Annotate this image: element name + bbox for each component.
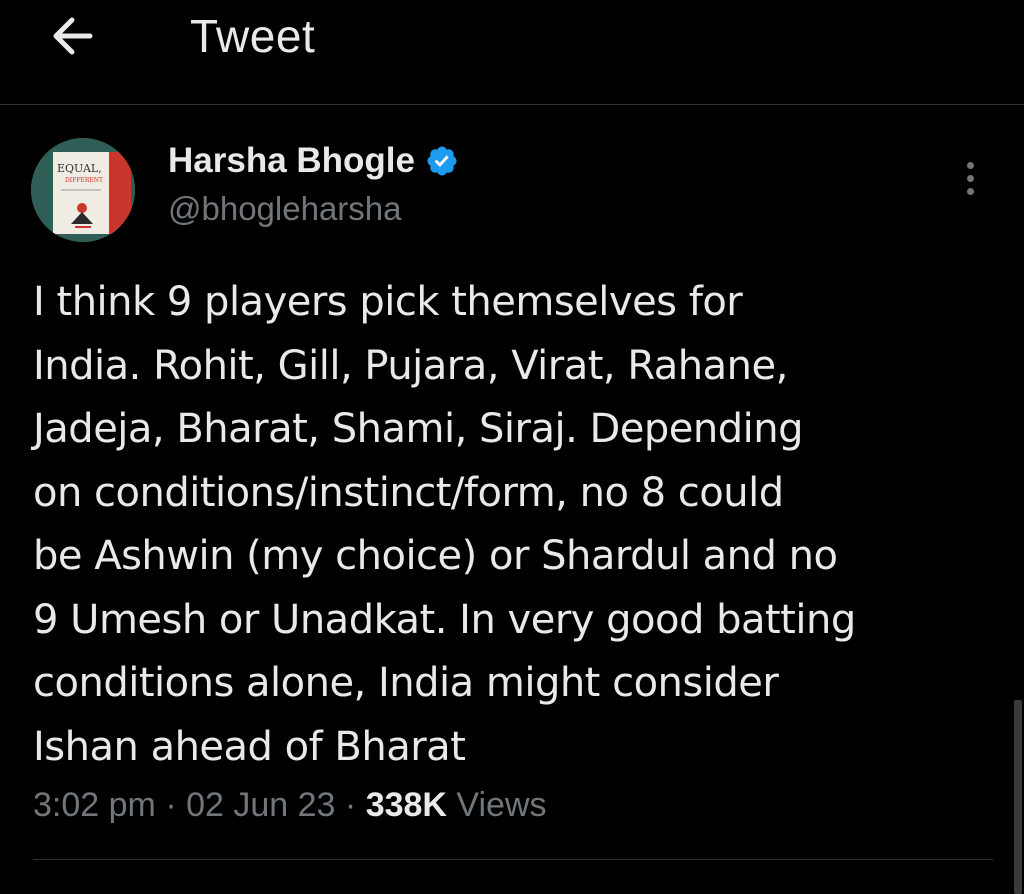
tweet-text: I think 9 players pick themselves for In… [33,271,963,779]
tweet-time[interactable]: 3:02 pm [33,786,156,824]
tweet-metadata: 3:02 pm · 02 Jun 23 · 338K Views [33,781,547,829]
views-label[interactable]: Views [456,786,546,824]
author-name-row[interactable]: Harsha Bhogle [168,139,459,183]
more-vertical-icon [966,162,974,169]
tweet-text-line: Ishan ahead of Bharat [33,723,466,770]
tweet-text-line: conditions alone, India might consider [33,660,779,706]
tweet-text-line: on conditions/instinct/form, no 8 could [33,469,784,516]
tweet-text-line: Jadeja, Bharat, Shami, Siraj. Depending [33,406,804,452]
author-handle[interactable]: @bhogleharsha [168,187,402,231]
scrollbar[interactable] [1014,700,1022,894]
avatar-book-subtitle: DIFFERENT [65,177,103,184]
book-cover-avatar: EQUAL, DIFFERENT [31,138,135,242]
tweet-detail: EQUAL, DIFFERENT Harsha Bhogle @bhogleha… [0,105,1024,894]
top-app-bar: Tweet [0,0,1024,105]
divider [33,859,993,860]
tweet-text-line: I think 9 players pick themselves for [33,279,743,325]
verified-badge-icon [427,146,457,176]
avatar[interactable]: EQUAL, DIFFERENT [31,138,135,242]
page-title: Tweet [190,10,316,62]
author-name: Harsha Bhogle [168,141,415,180]
avatar-book-title: EQUAL, [57,162,102,175]
tweet-text-line: be Ashwin (my choice) or Shardul and no [33,533,838,579]
tweet-text-line: 9 Umesh or Unadkat. In very good batting [33,596,856,643]
views-count[interactable]: 338K [366,786,447,824]
more-options-button[interactable] [950,157,990,203]
tweet-text-line: India. Rohit, Gill, Pujara, Virat, Rahan… [33,342,788,389]
back-button[interactable] [44,8,104,64]
meta-separator: · [344,786,357,824]
meta-separator: · [165,786,177,824]
arrow-left-icon [53,17,93,55]
tweet-date[interactable]: 02 Jun 23 [186,786,335,824]
